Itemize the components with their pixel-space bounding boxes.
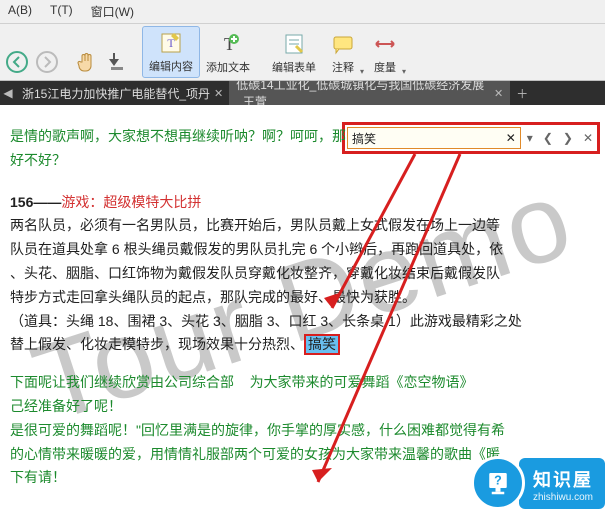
hand-icon — [74, 49, 100, 75]
text: 、头花、胭脂、口红饰物为戴假发队员穿戴化妆整齐，穿戴化妆结束后戴假发队 — [10, 265, 500, 281]
svg-text:?: ? — [494, 473, 502, 487]
tab-label: 浙15江电力加快推广电能替代_项丹 — [22, 85, 210, 102]
measure-label: 度量 — [374, 59, 396, 75]
text: 特步方式走回拿头绳队员的起点，那队完成的最好、最快为获胜。 — [10, 289, 416, 305]
edit-content-button[interactable]: T 编辑内容 — [142, 26, 200, 78]
menu-forms[interactable]: A(B) — [4, 2, 36, 21]
text: 两名队员，必须有一名男队员，比赛开始后，男队员戴上女式假发在场上一边等 — [10, 217, 500, 233]
menu-typewriter[interactable]: T(T) — [46, 2, 77, 21]
badge-icon: ? — [471, 456, 525, 510]
menu-window[interactable]: 窗口(W) — [87, 2, 138, 21]
text: 己经准备好了呢！ — [10, 398, 122, 414]
text: 下有请！ — [10, 469, 66, 485]
annotate-icon — [330, 31, 356, 57]
close-icon[interactable]: ✕ — [494, 87, 503, 100]
search-hit-current: 搞笑 — [304, 334, 340, 355]
add-text-button[interactable]: T 添加文本 — [200, 28, 256, 78]
edit-form-icon — [281, 31, 307, 57]
document-tab-bar: ◀ 浙15江电力加快推广电能替代_项丹 ✕ 低碳14工业化_低碳城镇化与我国低碳… — [0, 81, 605, 105]
edit-form-button[interactable]: 编辑表单 — [266, 28, 322, 78]
select-tool[interactable] — [102, 46, 132, 78]
doc-tab-2[interactable]: 低碳14工业化_低碳城镇化与我国低碳经济发展_王萱 ✕ — [230, 81, 510, 105]
hand-tool[interactable] — [72, 46, 102, 78]
edit-content-icon: T — [158, 30, 184, 56]
annotate-button[interactable]: 注释 ▾ — [322, 28, 364, 78]
text: 游戏：超级模特大比拼 — [61, 194, 201, 210]
tab-scroll-left[interactable]: ◀ — [0, 86, 16, 100]
edit-form-label: 编辑表单 — [272, 59, 316, 75]
text: 下面呢让我们继续欣赏由公司综合部 — [10, 374, 234, 390]
back-button[interactable] — [2, 46, 32, 78]
add-text-icon: T — [215, 31, 241, 57]
text: 队员在道具处拿 6 根头绳员戴假发的男队员扎完 6 个小辫后，再跑回道具处，依 — [10, 241, 503, 257]
measure-button[interactable]: 度量 ▾ — [364, 28, 406, 78]
forward-button[interactable] — [32, 46, 62, 78]
annotate-label: 注释 — [332, 59, 354, 75]
close-icon[interactable]: ✕ — [214, 87, 223, 100]
text: 156—— — [10, 194, 61, 210]
badge-title: 知识屋 — [533, 466, 593, 492]
add-text-label: 添加文本 — [206, 59, 250, 75]
tab-label: 低碳14工业化_低碳城镇化与我国低碳经济发展_王萱 — [236, 81, 490, 105]
text: （道具：头绳 18、围裙 3、头花 3、胭脂 3、口红 3、长条桌 1）此游戏最… — [10, 313, 522, 329]
doc-tab-1[interactable]: 浙15江电力加快推广电能替代_项丹 ✕ — [16, 81, 230, 105]
menu-bar: A(B) T(T) 窗口(W) — [0, 0, 605, 24]
text: 替上假发、化妆走模特步，现场效果十分热烈、 — [10, 336, 304, 352]
text: 好不好？ — [10, 152, 66, 168]
back-icon — [4, 49, 30, 75]
toolbar: T 编辑内容 T 添加文本 编辑表单 注释 ▾ 度量 ▾ — [0, 24, 605, 81]
forward-icon — [34, 49, 60, 75]
badge-url: zhishiwu.com — [533, 492, 593, 503]
edit-content-label: 编辑内容 — [149, 58, 193, 74]
site-badge: ? 知识屋 zhishiwu.com — [471, 456, 605, 510]
text: 是情的歌声啊，大家想不想再继续听呐？啊？呵呵，那 — [10, 128, 346, 144]
tab-add-button[interactable]: ＋ — [510, 85, 534, 102]
text: 为大家带来的可爱舞蹈《恋空物语》 — [250, 374, 474, 390]
select-icon — [104, 49, 130, 75]
document-view: Tour Demo 是情的歌声啊，大家想不想再继续听呐？啊？呵呵，那 好不好？ … — [0, 105, 605, 491]
measure-icon — [372, 31, 398, 57]
text: 的心情带来暖暖的爱，用情情礼服部两个可爱的女孩为大家带来温馨的歌曲《暖 — [10, 446, 500, 462]
text: 是很可爱的舞蹈呢！"回忆里满是的旋律，你手掌的厚实感，什么困难都觉得有希 — [10, 422, 505, 438]
